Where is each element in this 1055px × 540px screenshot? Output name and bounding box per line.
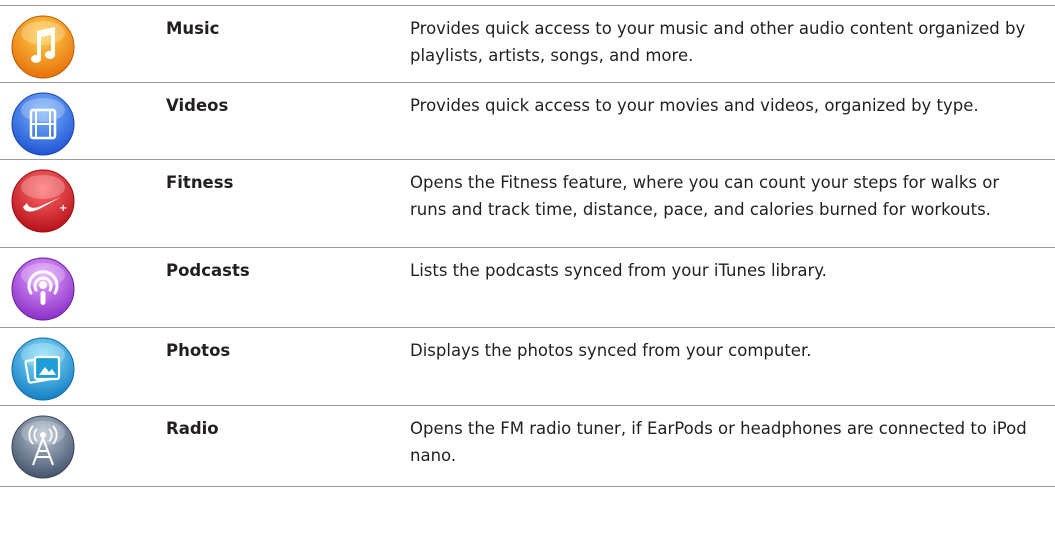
photos-icon bbox=[9, 335, 77, 403]
app-name: Fitness bbox=[166, 173, 234, 192]
table-row-photos: Photos Displays the photos synced from y… bbox=[0, 327, 1055, 405]
table-row-radio: Radio Opens the FM radio tuner, if EarPo… bbox=[0, 405, 1055, 487]
app-description: Opens the Fitness feature, where you can… bbox=[410, 173, 1000, 219]
podcast-icon bbox=[9, 255, 77, 323]
table-row-videos: Videos Provides quick access to your mov… bbox=[0, 82, 1055, 159]
table-row-fitness: + Fitness Opens the Fitness feature, whe… bbox=[0, 159, 1055, 247]
table-row-music: Music Provides quick access to your musi… bbox=[0, 5, 1055, 82]
app-name: Radio bbox=[166, 419, 219, 438]
app-description: Displays the photos synced from your com… bbox=[410, 341, 812, 360]
radio-tower-icon bbox=[9, 413, 77, 481]
app-description: Provides quick access to your movies and… bbox=[410, 96, 979, 115]
table-row-podcasts: Podcasts Lists the podcasts synced from … bbox=[0, 247, 1055, 327]
app-description: Provides quick access to your music and … bbox=[410, 19, 1026, 65]
svg-text:+: + bbox=[59, 203, 67, 214]
app-name: Videos bbox=[166, 96, 229, 115]
app-name: Photos bbox=[166, 341, 231, 360]
app-description: Opens the FM radio tuner, if EarPods or … bbox=[410, 419, 1027, 465]
swoosh-plus-icon: + bbox=[9, 167, 77, 235]
app-name: Podcasts bbox=[166, 261, 250, 280]
film-strip-icon bbox=[9, 90, 77, 158]
app-name: Music bbox=[166, 19, 220, 38]
app-description: Lists the podcasts synced from your iTun… bbox=[410, 261, 827, 280]
music-note-icon bbox=[9, 13, 77, 81]
